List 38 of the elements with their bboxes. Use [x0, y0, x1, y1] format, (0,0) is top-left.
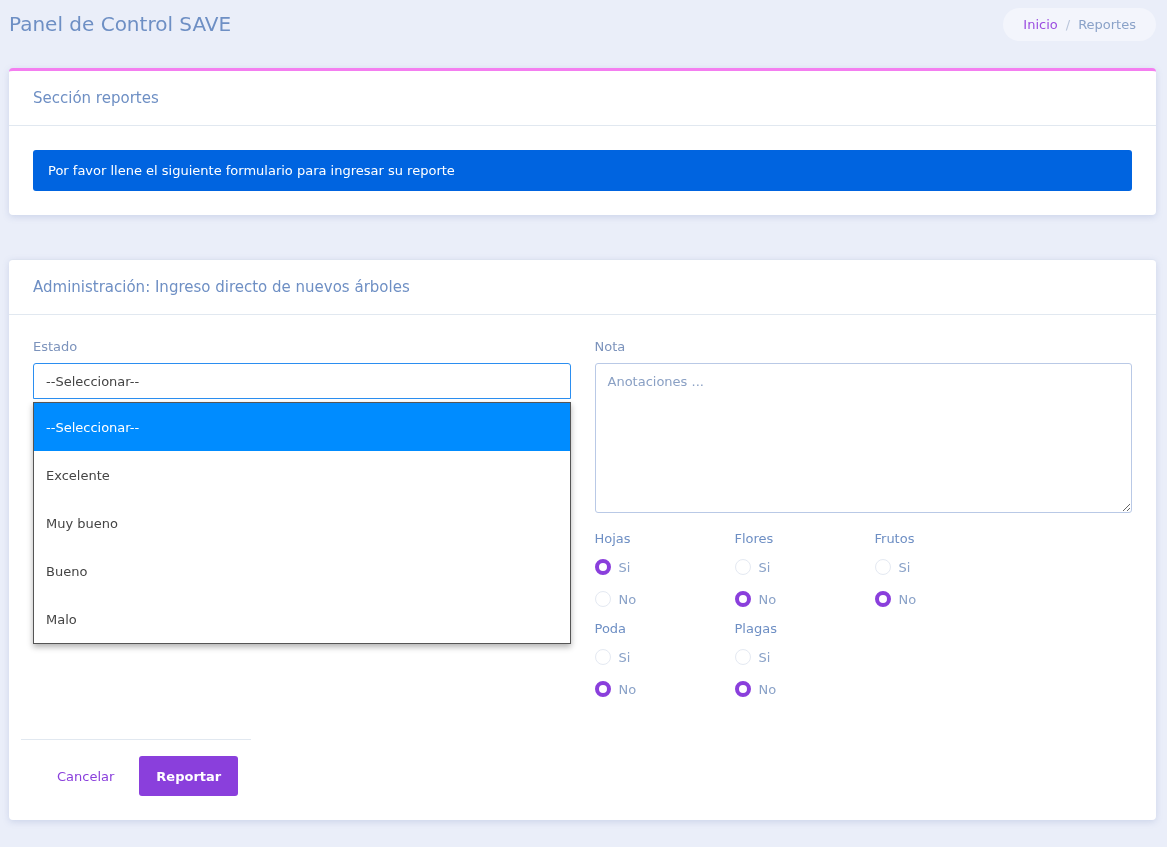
radio-option[interactable]: Si	[734, 641, 875, 673]
report-button[interactable]: Reportar	[139, 756, 239, 796]
radio-icon[interactable]	[734, 681, 751, 697]
info-alert: Por favor llene el siguiente formulario para ingresar su reporte	[33, 150, 1132, 191]
radio-option[interactable]: No	[594, 673, 735, 705]
radio-icon[interactable]	[874, 591, 891, 607]
radio-option[interactable]: No	[734, 673, 875, 705]
radio-group-label: Plagas	[734, 621, 778, 638]
dropdown-option[interactable]: Muy bueno	[34, 499, 570, 547]
page-title: Panel de Control SAVE	[9, 12, 232, 36]
radio-option[interactable]: Si	[594, 551, 735, 583]
radio-group-label: Flores	[734, 531, 775, 548]
dropdown-option[interactable]: Excelente	[34, 451, 570, 499]
radio-option[interactable]: No	[874, 583, 1015, 615]
radio-option[interactable]: Si	[734, 551, 875, 583]
dropdown-option[interactable]: Bueno	[34, 547, 570, 595]
dropdown-option[interactable]: Malo	[34, 595, 570, 643]
radio-group-label: Frutos	[874, 531, 916, 548]
card-title: Administración: Ingreso directo de nuevos árboles	[33, 277, 411, 297]
radio-icon[interactable]	[734, 591, 751, 607]
field-label: Nota	[594, 339, 627, 354]
radio-icon[interactable]	[594, 681, 611, 697]
card-title: Sección reportes	[33, 88, 160, 108]
breadcrumb-current: Reportes	[1078, 16, 1136, 32]
radio-option[interactable]: No	[734, 583, 875, 615]
field-label: Estado	[33, 339, 79, 354]
radio-option[interactable]: Si	[874, 551, 1015, 583]
cancel-button[interactable]: Cancelar	[45, 756, 127, 796]
dropdown-option[interactable]: --Seleccionar--	[34, 403, 570, 451]
radio-option[interactable]: Si	[594, 641, 735, 673]
radio-icon[interactable]	[594, 559, 611, 575]
select-field[interactable]: --Seleccionar--	[33, 363, 571, 399]
radio-group-label: Poda	[594, 621, 628, 638]
breadcrumb-link[interactable]: Inicio	[1023, 16, 1058, 32]
breadcrumb-separator: /	[1065, 16, 1071, 32]
note-field[interactable]: Anotaciones ...	[594, 363, 1132, 513]
radio-group-label: Hojas	[594, 531, 632, 548]
radio-option[interactable]: No	[594, 583, 735, 615]
